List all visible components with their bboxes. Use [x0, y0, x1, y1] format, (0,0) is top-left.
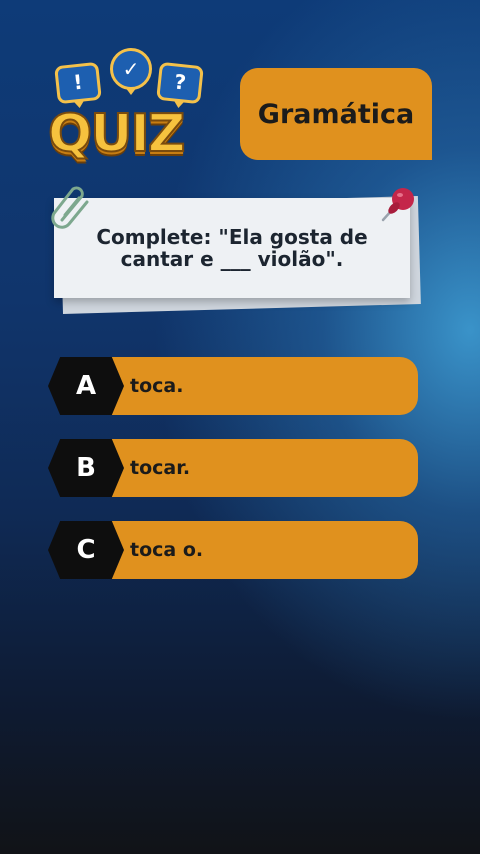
- quiz-logo-word: QUIZ: [47, 103, 186, 165]
- question-bubble-icon: ?: [156, 61, 204, 105]
- paperclip-icon: [51, 186, 89, 229]
- option-letter-badge: A: [48, 357, 124, 415]
- exclamation-bubble-icon: !: [54, 61, 102, 105]
- option-a[interactable]: A toca.: [48, 357, 418, 415]
- option-text: tocar.: [130, 457, 191, 479]
- option-b[interactable]: B tocar.: [48, 439, 418, 497]
- category-label: Gramática: [240, 68, 432, 160]
- question-card: Complete: "Ela gosta de cantar e ___ vio…: [54, 198, 410, 298]
- pushpin-icon: [381, 188, 414, 222]
- option-text: toca o.: [130, 539, 204, 561]
- quiz-logo: ! ✓ ? QUIZ: [44, 44, 214, 174]
- checkmark-bubble-icon: ✓: [110, 48, 152, 95]
- option-text: toca.: [130, 375, 184, 397]
- option-letter-badge: B: [48, 439, 124, 497]
- option-letter-badge: C: [48, 521, 124, 579]
- option-c[interactable]: C toca o.: [48, 521, 418, 579]
- question-text: Complete: "Ela gosta de cantar e ___ vio…: [96, 225, 368, 271]
